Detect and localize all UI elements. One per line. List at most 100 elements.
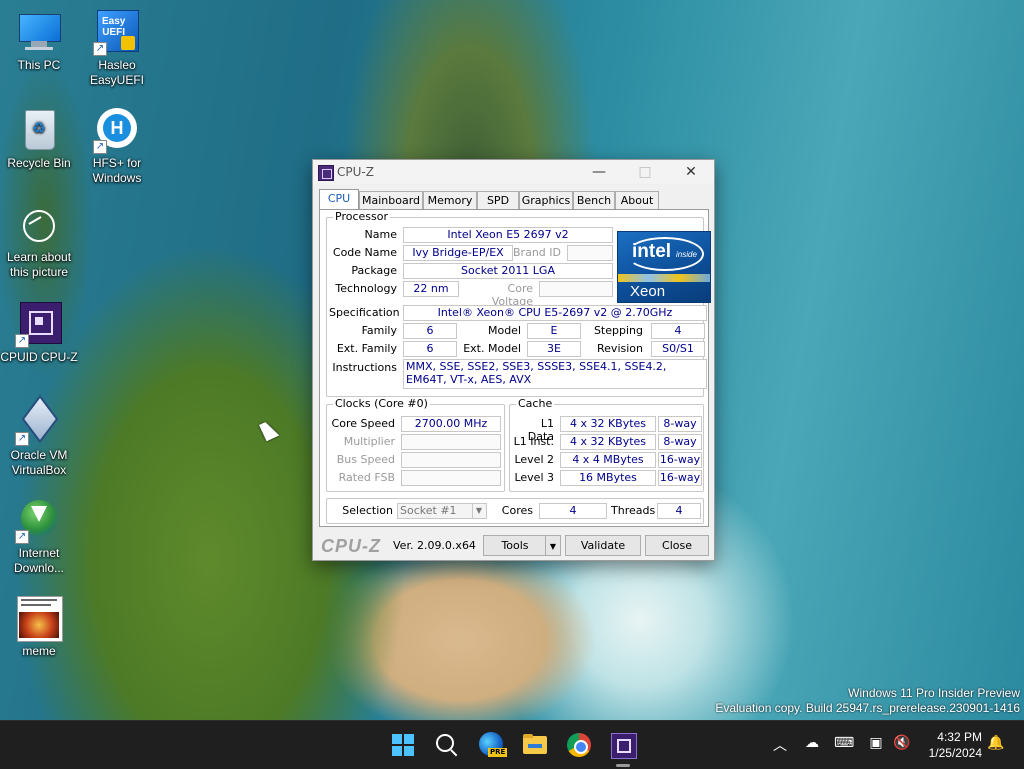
tab-cpu[interactable]: CPU bbox=[319, 189, 359, 210]
edge-beta-icon[interactable]: PRE bbox=[476, 730, 508, 760]
cpuz-brand-logo: CPU-Z bbox=[321, 536, 381, 556]
desktop-icon-label: Internet Downlo... bbox=[13, 546, 65, 575]
chevron-down-icon: ▼ bbox=[549, 542, 557, 551]
title-bar[interactable]: CPU-Z — □ ✕ bbox=[313, 160, 714, 184]
brandid-value bbox=[567, 245, 613, 261]
family-value: 6 bbox=[403, 323, 457, 339]
desktop-icon-label: meme bbox=[22, 644, 56, 658]
file-explorer-icon[interactable] bbox=[520, 730, 550, 760]
revision-label: Revision bbox=[597, 342, 643, 355]
cpuz-icon: ↗ bbox=[15, 302, 62, 348]
download-manager-icon: ↗ bbox=[15, 498, 61, 544]
cache-group-title: Cache bbox=[516, 397, 555, 410]
network-icon[interactable]: ▣ bbox=[866, 735, 886, 755]
extmodel-label: Ext. Model bbox=[463, 342, 521, 355]
tools-button[interactable]: Tools bbox=[483, 535, 547, 556]
cpu-tab-page: Processor Name Intel Xeon E5 2697 v2 Cod… bbox=[319, 209, 711, 527]
clocks-group-title: Clocks (Core #0) bbox=[333, 397, 430, 410]
specification-value: Intel® Xeon® CPU E5-2697 v2 @ 2.70GHz bbox=[403, 305, 707, 321]
revision-value: S0/S1 bbox=[651, 341, 705, 357]
ratedfsb-label: Rated FSB bbox=[338, 471, 395, 484]
tab-memory[interactable]: Memory bbox=[423, 191, 477, 210]
desktop-icon-cpuz[interactable]: ↗ CPUID CPU-Z bbox=[0, 302, 78, 365]
tools-dropdown-button[interactable]: ▼ bbox=[545, 535, 561, 556]
search-icon[interactable] bbox=[432, 730, 462, 760]
tab-mainboard[interactable]: Mainboard bbox=[359, 191, 423, 210]
cache-row-label: Level 3 bbox=[514, 471, 554, 484]
codename-label: Code Name bbox=[332, 246, 397, 259]
window-title: CPU-Z bbox=[337, 165, 374, 179]
image-file-icon bbox=[17, 596, 63, 642]
busspeed-value bbox=[401, 452, 501, 468]
name-value: Intel Xeon E5 2697 v2 bbox=[403, 227, 613, 243]
tab-about[interactable]: About bbox=[615, 191, 659, 210]
specification-label: Specification bbox=[329, 306, 400, 319]
name-label: Name bbox=[364, 228, 397, 241]
desktop-icon-recycle-bin[interactable]: ♻ Recycle Bin bbox=[0, 108, 78, 171]
volume-muted-icon[interactable]: 🔇 bbox=[892, 735, 912, 755]
extfamily-label: Ext. Family bbox=[336, 342, 397, 355]
busspeed-label: Bus Speed bbox=[336, 453, 395, 466]
desktop-icon-internet-download-manager[interactable]: ↗ Internet Downlo... bbox=[0, 498, 78, 576]
validate-button[interactable]: Validate bbox=[565, 535, 641, 556]
multiplier-label: Multiplier bbox=[343, 435, 395, 448]
codename-value: Ivy Bridge-EP/EX bbox=[403, 245, 513, 261]
close-window-button[interactable]: ✕ bbox=[668, 160, 714, 184]
easyuefi-icon: Easy UEFI ↗ bbox=[93, 10, 139, 56]
minimize-button[interactable]: — bbox=[576, 160, 622, 184]
desktop-icon-virtualbox[interactable]: ↗ Oracle VM VirtualBox bbox=[0, 394, 78, 478]
virtualbox-icon: ↗ bbox=[15, 394, 61, 446]
cpuz-icon[interactable] bbox=[608, 730, 638, 767]
desktop-icon-hfs-for-windows[interactable]: H ↗ HFS+ for Windows bbox=[78, 108, 156, 186]
chevron-up-icon[interactable]: ︿ bbox=[770, 735, 790, 755]
tab-bench[interactable]: Bench bbox=[573, 191, 615, 210]
clocks-group: Clocks (Core #0) Core Speed 2700.00 MHz … bbox=[326, 397, 505, 492]
cpuz-app-icon bbox=[318, 165, 334, 181]
window-footer: CPU-Z Ver. 2.09.0.x64 Tools ▼ Validate C… bbox=[319, 534, 709, 556]
hfs-icon: H ↗ bbox=[93, 108, 139, 154]
tab-graphics[interactable]: Graphics bbox=[519, 191, 573, 210]
desktop-icon-label: Learn about this picture bbox=[6, 250, 72, 279]
chevron-down-icon: ▼ bbox=[472, 504, 485, 518]
intel-xeon-logo: intel inside Xeon bbox=[617, 231, 711, 303]
clock-date: 1/25/2024 bbox=[928, 746, 982, 760]
corevoltage-value bbox=[539, 281, 613, 297]
cache-row-size: 16 MBytes bbox=[560, 470, 656, 486]
ratedfsb-value bbox=[401, 470, 501, 486]
close-button[interactable]: Close bbox=[645, 535, 709, 556]
desktop-icon-label: Oracle VM VirtualBox bbox=[10, 448, 68, 477]
intel-logo-inside: inside bbox=[676, 250, 697, 259]
socket-select-value: Socket #1 bbox=[400, 504, 457, 517]
watermark-edition: Windows 11 Pro Insider Preview bbox=[848, 686, 1020, 700]
windows-start-icon[interactable] bbox=[388, 730, 418, 760]
cloud-offline-icon[interactable]: ☁ bbox=[802, 735, 822, 755]
extfamily-value: 6 bbox=[403, 341, 457, 357]
clock[interactable]: 4:32 PM 1/25/2024 bbox=[929, 729, 982, 761]
monitor-icon bbox=[17, 10, 61, 54]
socket-select[interactable]: Socket #1 ▼ bbox=[397, 503, 487, 519]
taskbar: PRE ︿ ☁ ⌨ ▣ 🔇 4:32 PM 1/25/2024 🔔 bbox=[0, 720, 1024, 769]
cache-row-ways: 8-way bbox=[658, 416, 702, 432]
desktop-icon-easyuefi[interactable]: Easy UEFI ↗ Hasleo EasyUEFI bbox=[78, 10, 156, 88]
desktop-icon-label: Recycle Bin bbox=[7, 156, 71, 170]
clock-time: 4:32 PM bbox=[937, 730, 982, 744]
threads-value: 4 bbox=[657, 503, 701, 519]
cache-row-ways: 16-way bbox=[658, 452, 702, 468]
cpuz-window: CPU-Z — □ ✕ CPU Mainboard Memory SPD Gra… bbox=[312, 159, 715, 561]
camera-icon bbox=[17, 206, 61, 250]
desktop-icon-label: HFS+ for Windows bbox=[92, 156, 142, 185]
tab-spd[interactable]: SPD bbox=[477, 191, 519, 210]
cache-row-label: Level 2 bbox=[514, 453, 554, 466]
cache-group: Cache L1 Data 4 x 32 KBytes 8-way L1 Ins… bbox=[509, 397, 704, 492]
desktop-icon-learn-about-picture[interactable]: Learn about this picture bbox=[0, 206, 78, 280]
desktop-icon-this-pc[interactable]: This PC bbox=[0, 10, 78, 73]
model-value: E bbox=[527, 323, 581, 339]
notification-bell-icon[interactable]: 🔔 bbox=[986, 735, 1006, 755]
technology-value: 22 nm bbox=[403, 281, 459, 297]
desktop-icon-meme[interactable]: meme bbox=[0, 596, 78, 659]
desktop-icon-label: This PC bbox=[17, 58, 61, 72]
chrome-icon[interactable] bbox=[564, 730, 594, 760]
maximize-button[interactable]: □ bbox=[622, 160, 668, 184]
recycle-bin-icon: ♻ bbox=[17, 108, 61, 152]
keyboard-icon[interactable]: ⌨ bbox=[834, 735, 854, 755]
